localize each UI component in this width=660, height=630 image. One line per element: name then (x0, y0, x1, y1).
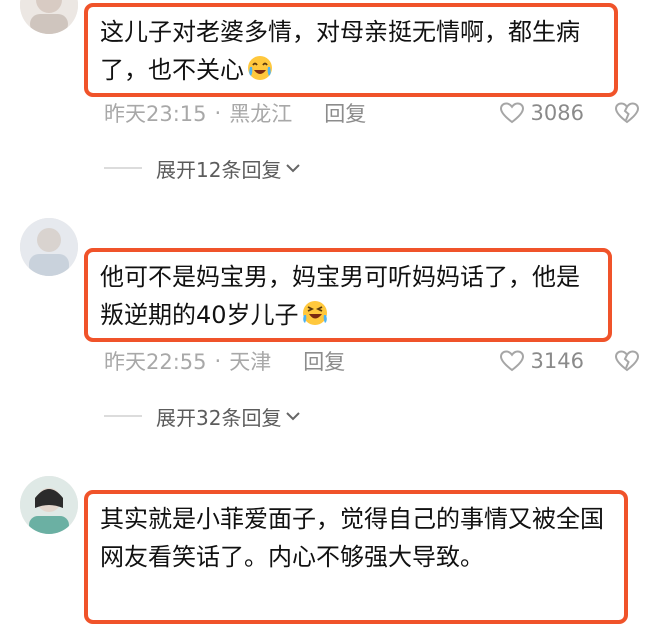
reply-button[interactable]: 回复 (324, 98, 366, 128)
like-count: 3146 (530, 349, 584, 373)
comment-location: 黑龙江 (229, 102, 293, 126)
comment-bubble-highlighted: 其实就是小菲爱面子，觉得自己的事情又被全国网友看笑话了。内心不够强大导致。 (84, 490, 628, 624)
broken-heart-icon (614, 102, 640, 124)
comment-bubble-highlighted: 这儿子对老婆多情，对母亲挺无情啊，都生病了，也不关心 (84, 3, 618, 97)
heart-icon (499, 350, 524, 372)
like-button[interactable]: 3146 (499, 349, 584, 373)
broken-heart-icon (614, 350, 640, 372)
avatar[interactable] (20, 476, 78, 534)
heart-icon (499, 102, 524, 124)
chevron-down-icon (286, 164, 301, 173)
avatar[interactable] (20, 218, 78, 276)
comment-time: 昨天23:15 (104, 102, 207, 126)
avatar-image (20, 218, 78, 276)
comment-meta: 昨天22:55 · 天津 回复 3146 (104, 345, 640, 377)
comment-text: 其实就是小菲爱面子，觉得自己的事情又被全国网友看笑话了。内心不够强大导致。 (100, 505, 604, 571)
avatar-image (20, 476, 78, 534)
avatar[interactable] (20, 0, 78, 34)
comment-location: 天津 (229, 350, 272, 374)
comment-text: 这儿子对老婆多情，对母亲挺无情啊，都生病了，也不关心 (100, 18, 580, 84)
reply-button[interactable]: 回复 (303, 346, 345, 376)
dislike-button[interactable] (614, 101, 640, 125)
expand-divider (104, 167, 142, 169)
chevron-down-icon (286, 412, 301, 421)
expand-divider (104, 415, 142, 417)
like-count: 3086 (530, 101, 584, 125)
dislike-button[interactable] (614, 349, 640, 373)
expand-replies-label: 展开32条回复 (156, 405, 282, 430)
laughing-crying-emoji-icon (246, 54, 274, 86)
like-button[interactable]: 3086 (499, 101, 584, 125)
comment-time: 昨天22:55 (104, 350, 207, 374)
meta-separator: · (214, 349, 222, 373)
comment-bubble-highlighted: 他可不是妈宝男，妈宝男可听妈妈话了，他是叛逆期的40岁儿子 (84, 248, 612, 342)
meta-separator: · (214, 101, 222, 125)
expand-replies-label: 展开12条回复 (156, 157, 282, 182)
expand-replies-button[interactable]: 展开12条回复 (104, 153, 301, 183)
comment-meta: 昨天23:15 · 黑龙江 回复 3086 (104, 97, 640, 129)
expand-replies-button[interactable]: 展开32条回复 (104, 401, 301, 431)
rolling-laughing-emoji-icon (301, 299, 329, 331)
comment-text: 他可不是妈宝男，妈宝男可听妈妈话了，他是叛逆期的40岁儿子 (100, 263, 580, 329)
avatar-image (20, 0, 78, 34)
